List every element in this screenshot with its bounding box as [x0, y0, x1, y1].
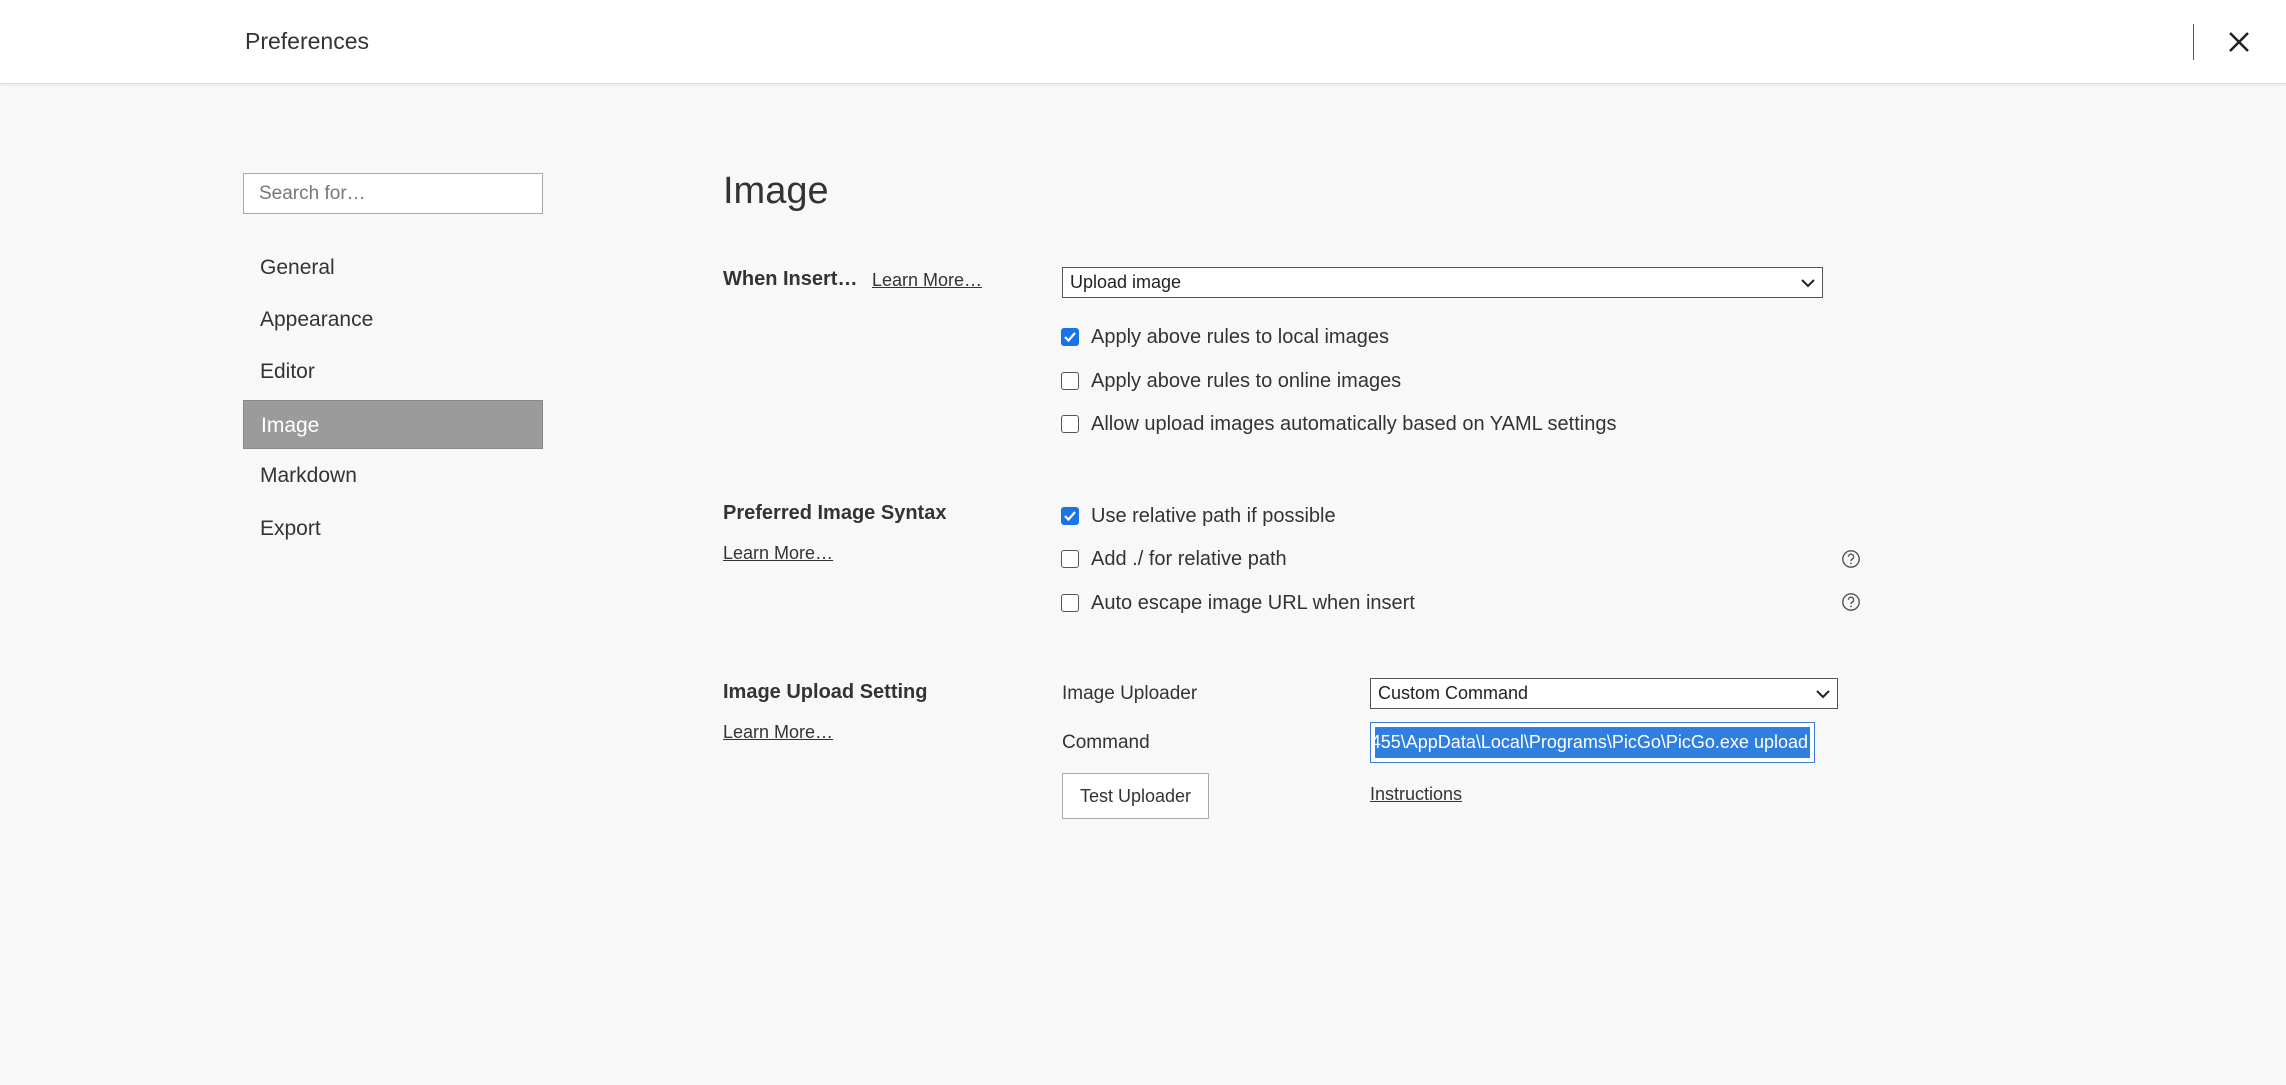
checkbox-local-images[interactable] [1061, 328, 1079, 346]
sidebar-item-image[interactable]: Image [243, 400, 543, 449]
syntax-learn-more-link[interactable]: Learn More… [723, 543, 833, 564]
test-uploader-button[interactable]: Test Uploader [1062, 773, 1209, 819]
option-local-images[interactable]: Apply above rules to local images [1061, 325, 1389, 349]
help-circle-icon[interactable] [1841, 549, 1861, 569]
command-input-value: 455\AppData\Local\Programs\PicGo\PicGo.e… [1375, 727, 1810, 758]
checkmark-icon [1064, 511, 1076, 522]
title-bar: Preferences [0, 0, 2286, 84]
checkbox-label: Apply above rules to local images [1091, 325, 1389, 348]
checkbox-dot-slash[interactable] [1061, 550, 1079, 568]
search-input[interactable] [243, 173, 543, 214]
window-title: Preferences [245, 28, 370, 54]
when-insert-select-value: Upload image [1070, 272, 1182, 292]
upload-setting-label: Image Upload Setting [723, 681, 928, 703]
option-dot-slash[interactable]: Add ./ for relative path [1061, 547, 1287, 571]
uploader-select-value: Custom Command [1378, 683, 1529, 703]
help-circle-icon[interactable] [1841, 592, 1861, 612]
checkmark-icon [1064, 332, 1076, 343]
sidebar-item-editor[interactable]: Editor [243, 347, 543, 396]
option-yaml-upload[interactable]: Allow upload images automatically based … [1061, 412, 1616, 436]
command-input[interactable]: 455\AppData\Local\Programs\PicGo\PicGo.e… [1370, 722, 1815, 763]
checkbox-relative-path[interactable] [1061, 507, 1079, 525]
checkbox-label: Add ./ for relative path [1091, 547, 1287, 570]
instructions-link[interactable]: Instructions [1370, 784, 1462, 805]
page-title: Image [723, 170, 829, 212]
option-online-images[interactable]: Apply above rules to online images [1061, 369, 1401, 393]
sidebar-item-markdown[interactable]: Markdown [243, 451, 543, 500]
command-label: Command [1062, 732, 1150, 753]
checkbox-yaml-upload[interactable] [1061, 415, 1079, 433]
syntax-label: Preferred Image Syntax [723, 502, 947, 524]
checkbox-label: Use relative path if possible [1091, 504, 1336, 527]
sidebar-item-general[interactable]: General [243, 243, 543, 292]
title-divider [2193, 24, 2194, 60]
checkbox-label: Auto escape image URL when insert [1091, 591, 1415, 614]
chevron-down-icon [1816, 690, 1830, 699]
upload-learn-more-link[interactable]: Learn More… [723, 722, 833, 743]
checkbox-label: Allow upload images automatically based … [1091, 412, 1617, 435]
when-insert-select[interactable]: Upload image [1062, 267, 1823, 298]
sidebar-item-appearance[interactable]: Appearance [243, 295, 543, 344]
close-icon[interactable] [2217, 20, 2261, 64]
chevron-down-icon [1801, 279, 1815, 288]
option-auto-escape[interactable]: Auto escape image URL when insert [1061, 591, 1415, 615]
checkbox-label: Apply above rules to online images [1091, 369, 1402, 392]
when-insert-learn-more-link[interactable]: Learn More… [872, 270, 982, 291]
sidebar-item-export[interactable]: Export [243, 504, 543, 553]
checkbox-auto-escape[interactable] [1061, 594, 1079, 612]
uploader-label: Image Uploader [1062, 683, 1198, 704]
uploader-select[interactable]: Custom Command [1370, 678, 1838, 709]
option-relative-path[interactable]: Use relative path if possible [1061, 504, 1336, 528]
when-insert-label: When Insert… [723, 268, 858, 290]
checkbox-online-images[interactable] [1061, 372, 1079, 390]
